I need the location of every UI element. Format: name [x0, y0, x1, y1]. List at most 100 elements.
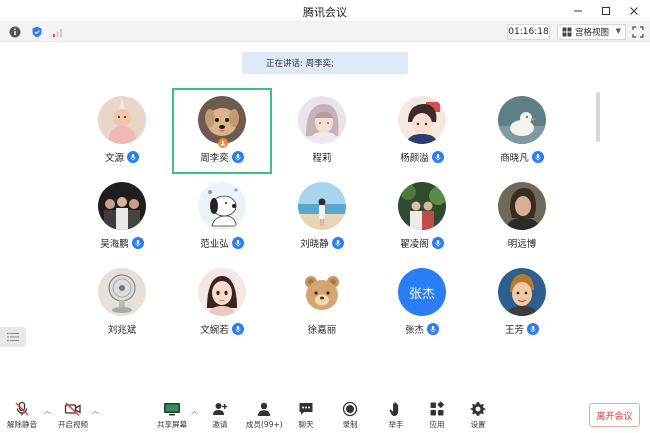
- participant-tile[interactable]: 王芳: [472, 260, 572, 346]
- view-mode-label: 宫格视图: [575, 28, 610, 38]
- avatar: [198, 182, 246, 230]
- close-button[interactable]: [625, 2, 643, 20]
- minimize-button[interactable]: [569, 2, 587, 20]
- participant-tile[interactable]: 刘兆斌: [72, 260, 172, 346]
- mic-icon: [131, 237, 144, 249]
- participant-name-row: 范业弘: [200, 236, 244, 250]
- participant-name-row: 翟凌阁: [400, 236, 444, 250]
- host-badge-icon: [218, 138, 228, 148]
- participant-tile[interactable]: 吴海鹏: [72, 174, 172, 260]
- start-video-label: 开启视频: [58, 420, 88, 429]
- participant-name: 程莉: [312, 153, 332, 164]
- unmute-label: 解除静音: [7, 420, 37, 429]
- share-options-chevron-icon[interactable]: ︿: [191, 406, 198, 416]
- members-button[interactable]: 成员(99+): [246, 400, 283, 430]
- chevron-down-icon: ▼: [615, 27, 621, 35]
- participant-name-row: 刘兆斌: [108, 322, 137, 336]
- mic-icon: [231, 151, 244, 163]
- avatar: [198, 96, 246, 144]
- maximize-button[interactable]: [597, 2, 615, 20]
- avatar: [98, 96, 146, 144]
- participant-name: 吴海鹏: [100, 239, 129, 250]
- participant-tile[interactable]: 杨颜溢: [372, 88, 472, 174]
- participant-name: 刘晓静: [300, 239, 329, 250]
- invite-button[interactable]: 邀请: [211, 400, 229, 430]
- participant-tile[interactable]: 范业弘: [172, 174, 272, 260]
- avatar: [498, 268, 546, 316]
- avatar: [298, 268, 346, 316]
- avatar: [498, 182, 546, 230]
- participant-name-row: 文源: [105, 150, 139, 164]
- start-video-button[interactable]: 开启视频: [58, 400, 88, 430]
- invite-label: 邀请: [212, 420, 228, 429]
- participant-name-row: 吴海鹏: [100, 236, 144, 250]
- participant-name: 周李奕: [200, 153, 229, 164]
- camera-off-icon: [64, 401, 81, 416]
- apps-button[interactable]: 应用: [428, 400, 446, 430]
- participant-tile[interactable]: 文婉若: [172, 260, 272, 346]
- participant-name-row: 文婉若: [200, 322, 244, 336]
- avatar: [298, 182, 346, 230]
- meeting-toolbar: 01:16:18 宫格视图 ▼: [0, 22, 650, 42]
- share-screen-icon: [164, 402, 180, 415]
- mic-muted-icon: [15, 401, 29, 416]
- participant-name: 文婉若: [200, 325, 229, 336]
- participant-tile[interactable]: 周李奕: [172, 88, 272, 174]
- avatar: [398, 182, 446, 230]
- security-button[interactable]: [30, 25, 44, 39]
- participant-tile[interactable]: 商晓凡: [472, 88, 572, 174]
- participant-tile[interactable]: 徐嘉丽: [272, 260, 372, 346]
- apps-label: 应用: [429, 420, 445, 429]
- raise-hand-button[interactable]: 举手: [387, 400, 405, 430]
- mic-icon: [431, 151, 444, 163]
- avatar: [98, 182, 146, 230]
- participant-tile[interactable]: 明远博: [472, 174, 572, 260]
- info-icon: [9, 26, 21, 38]
- minimize-icon: [574, 10, 582, 12]
- settings-button[interactable]: 设置: [469, 400, 487, 430]
- chat-button[interactable]: 聊天: [297, 400, 315, 430]
- apps-icon: [430, 401, 444, 415]
- meeting-info-button[interactable]: [8, 25, 22, 39]
- unmute-button[interactable]: 解除静音: [7, 400, 37, 430]
- mic-icon: [531, 151, 544, 163]
- fullscreen-button[interactable]: [631, 25, 645, 39]
- participant-tile[interactable]: 翟凌阁: [372, 174, 472, 260]
- chat-icon: [299, 402, 313, 415]
- chat-label: 聊天: [298, 420, 314, 429]
- avatar: 张杰: [398, 268, 446, 316]
- side-panel-toggle[interactable]: [0, 327, 26, 347]
- record-label: 录制: [342, 420, 358, 429]
- audio-options-chevron-icon[interactable]: ︿: [44, 406, 51, 416]
- avatar-text: 张杰: [408, 286, 435, 302]
- meeting-window: 腾讯会议 01:16:18 宫格视图 ▼ 正在讲话: 周李奕; 文源 周李奕 程…: [0, 0, 650, 433]
- avatar: [498, 96, 546, 144]
- video-options-chevron-icon[interactable]: ︿: [92, 406, 99, 416]
- raise-hand-label: 举手: [388, 420, 404, 429]
- participant-tile[interactable]: 张杰 张杰: [372, 260, 472, 346]
- participant-tile[interactable]: 程莉: [272, 88, 372, 174]
- list-icon: [7, 333, 19, 341]
- participant-name: 范业弘: [200, 239, 229, 250]
- participant-name-row: 商晓凡: [500, 150, 544, 164]
- maximize-icon: [602, 7, 610, 15]
- mic-icon: [431, 237, 444, 249]
- participant-name: 明远博: [507, 239, 537, 250]
- record-button[interactable]: 录制: [341, 400, 359, 430]
- share-screen-button[interactable]: 共享屏幕: [157, 400, 187, 430]
- participant-scrollbar[interactable]: [596, 92, 600, 142]
- shield-icon: [32, 26, 42, 38]
- participant-tile[interactable]: 刘晓静: [272, 174, 372, 260]
- members-label: 成员(99+): [246, 420, 283, 429]
- participant-tile[interactable]: 文源: [72, 88, 172, 174]
- participant-name-row: 周李奕: [200, 150, 244, 164]
- view-mode-button[interactable]: 宫格视图 ▼: [557, 24, 626, 40]
- grid-view-icon: [562, 27, 572, 37]
- avatar: [398, 96, 446, 144]
- meeting-timer: 01:16:18: [507, 24, 550, 40]
- leave-meeting-button[interactable]: 离开会议: [589, 403, 640, 427]
- participant-name: 刘兆斌: [107, 325, 137, 336]
- mic-icon: [427, 323, 439, 335]
- mic-icon: [231, 237, 244, 249]
- network-status-button[interactable]: [51, 25, 65, 39]
